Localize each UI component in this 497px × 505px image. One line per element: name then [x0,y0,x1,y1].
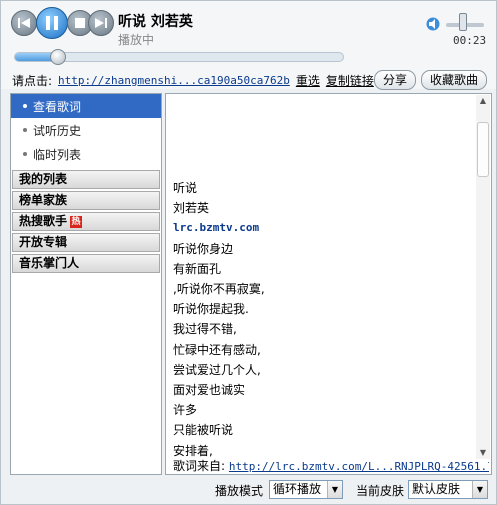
copy-link[interactable]: 复制链接 [326,72,374,89]
lyric-line: ,听说你不再寂寞, [173,282,265,297]
sidebar-item-lyrics[interactable]: 查看歌词 [11,94,161,118]
sidebar-item-history[interactable]: 试听历史 [11,118,161,142]
next-button[interactable] [88,10,114,36]
lyric-line: 尝试爱过几个人, [173,362,261,377]
lyric-line: 听说 [173,181,198,195]
next-icon [95,18,107,28]
category-label: 榜单家族 [19,193,68,207]
volume-icon[interactable] [426,17,440,31]
bullet-icon [23,128,27,132]
top-bar: 听说 刘若英 播放中 00:23 请点击: http://zhangmenshi… [1,1,496,90]
bullet-icon [23,152,27,156]
category-label: 音乐掌门人 [19,256,80,270]
lyrics-source-label: 歌词来自: [173,459,226,473]
bullet-icon [23,104,27,108]
lyric-line: 忙碌中还有感动, [173,342,261,357]
sidebar-item-label: 试听历史 [33,123,82,138]
prev-icon [18,18,30,28]
scroll-down-icon[interactable]: ▼ [478,448,488,458]
sidebar-item-label: 查看歌词 [33,99,82,114]
skin-select[interactable]: 默认皮肤 ▼ [408,480,488,499]
volume-slider-handle[interactable] [459,13,467,31]
lyrics-panel: 听说刘若英 lrc.bzmtv.com 听说你身边有新面孔 ,听说你不再寂寞, 听说你提… [165,93,492,475]
sidebar-item-label: 临时列表 [33,147,82,162]
lyric-line: 刘若英 [173,201,210,216]
category-my-list[interactable]: 我的列表 [12,170,160,189]
play-mode-select[interactable]: 循环播放 ▼ [269,480,343,499]
song-title: 听说 刘若英 [118,14,193,30]
category-label: 开放专辑 [19,235,68,249]
category-music-masters[interactable]: 音乐掌门人 [12,254,160,273]
lyric-line: 有新面孔 [173,261,222,276]
player-window: 听说 刘若英 播放中 00:23 请点击: http://zhangmenshi… [0,0,497,505]
stop-icon [75,18,85,28]
hot-badge: 热 [70,215,83,228]
play-mode-value: 循环播放 [273,482,322,496]
chevron-down-icon: ▼ [327,481,342,498]
lyric-line: 许多 [173,403,198,418]
lyric-line: 面对爱也诚实 [173,383,246,398]
lyrics-source: 歌词来自: http://lrc.bzmtv.com/L...RNJPLRQ-4… [173,457,489,474]
category-label: 热搜歌手 [19,214,68,228]
prev-button[interactable] [11,10,37,36]
link-row: 请点击: http://zhangmenshi...ca190a50ca762b… [12,71,374,89]
lyric-line: 只能被听说 [173,423,234,438]
category-label: 我的列表 [19,172,68,186]
chevron-down-icon: ▼ [472,481,487,498]
song-link[interactable]: http://zhangmenshi...ca190a50ca762b [58,74,290,87]
category-charts[interactable]: 榜单家族 [12,191,160,210]
bottom-bar: 播放模式 循环播放 ▼ 当前皮肤 默认皮肤 ▼ [1,476,496,504]
progress-handle[interactable] [50,49,66,65]
reselect-link[interactable]: 重选 [296,72,320,89]
play-status: 播放中 [118,33,155,47]
sidebar-item-temp-list[interactable]: 临时列表 [11,142,161,166]
sidebar: 查看歌词 试听历史 临时列表 我的列表 榜单家族 热搜歌手热 开放专辑 音乐掌门… [10,93,162,475]
lyric-line: lrc.bzmtv.com [173,221,260,235]
lyric-line: 听说你提起我. [173,302,249,317]
pause-icon [46,16,58,30]
category-open-albums[interactable]: 开放专辑 [12,233,160,252]
play-mode-label: 播放模式 [215,484,264,498]
share-button[interactable]: 分享 [374,70,417,90]
link-prompt: 请点击: [12,73,53,88]
pause-button[interactable] [36,7,68,39]
skin-label: 当前皮肤 [356,484,405,498]
lyric-line: 我过得不错, [173,322,237,337]
skin-value: 默认皮肤 [412,482,461,496]
scroll-up-icon[interactable]: ▲ [478,96,488,106]
favorite-button[interactable]: 收藏歌曲 [421,70,488,90]
elapsed-time: 00:23 [453,34,487,47]
lyrics-scrollbar[interactable]: ▲ ▼ [476,95,490,459]
category-hot-singers[interactable]: 热搜歌手热 [12,212,160,231]
lyrics-source-link[interactable]: http://lrc.bzmtv.com/L...RNJPLRQ-42561.l… [229,460,489,473]
lyric-line: 听说你身边 [173,241,234,256]
scrollbar-thumb[interactable] [477,122,489,177]
lyrics-text: 听说刘若英 lrc.bzmtv.com 听说你身边有新面孔 ,听说你不再寂寞, 听说你提… [173,178,265,461]
